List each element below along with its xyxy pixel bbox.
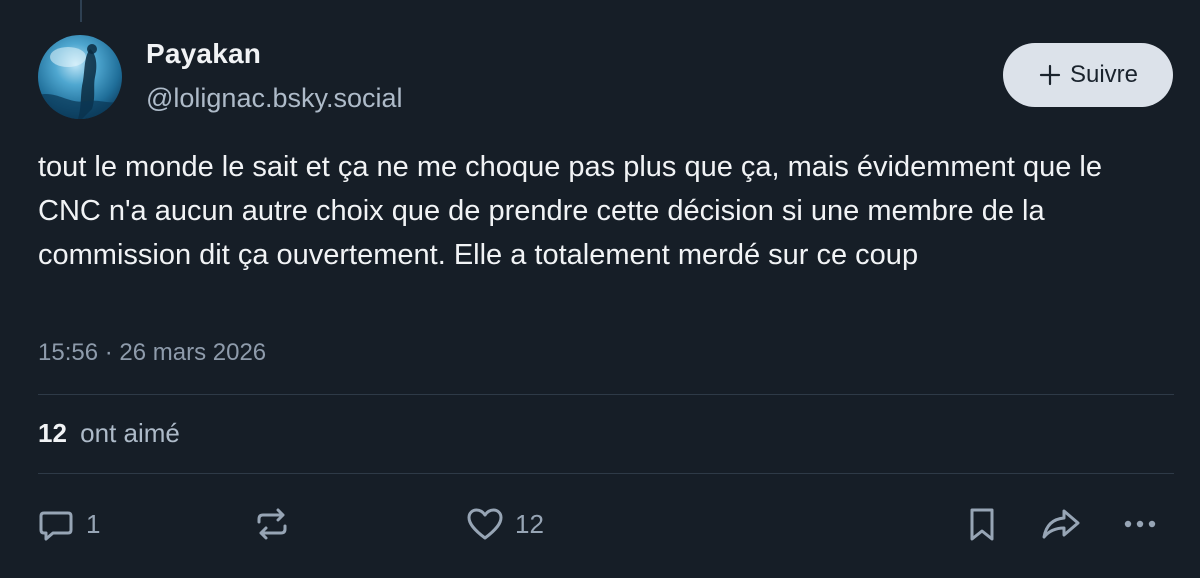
post-timestamp[interactable]: 15:56 · 26 mars 2026 — [38, 339, 266, 367]
more-icon — [1120, 504, 1160, 544]
follow-button[interactable]: Suivre — [1003, 43, 1173, 107]
author-display-name[interactable]: Payakan — [146, 38, 261, 70]
reply-icon — [36, 504, 76, 544]
likes-summary[interactable]: 12 ont aimé — [38, 418, 180, 449]
reply-count: 1 — [86, 508, 101, 539]
plus-icon — [1038, 63, 1062, 87]
post-text: tout le monde le sait et ça ne me choque… — [38, 151, 1102, 271]
bookmark-icon — [962, 504, 1002, 544]
avatar[interactable] — [38, 35, 122, 119]
repost-button[interactable] — [252, 502, 302, 546]
more-options-button[interactable] — [1120, 502, 1160, 546]
divider — [38, 394, 1174, 395]
repost-icon — [252, 504, 292, 544]
bookmark-button[interactable] — [962, 502, 1002, 546]
author-handle[interactable]: @lolignac.bsky.social — [146, 83, 403, 114]
likes-summary-count: 12 — [38, 418, 67, 448]
like-count: 12 — [515, 508, 544, 539]
share-button[interactable] — [1040, 502, 1082, 546]
heart-icon — [465, 504, 505, 544]
follow-button-label: Suivre — [1069, 61, 1139, 88]
reply-button[interactable]: 1 — [36, 502, 100, 546]
likes-summary-label: ont aimé — [80, 418, 180, 448]
avatar-image — [38, 35, 122, 119]
share-icon — [1040, 504, 1082, 544]
divider — [38, 473, 1174, 474]
like-button[interactable]: 12 — [465, 502, 544, 546]
thread-connector-line — [80, 0, 82, 22]
